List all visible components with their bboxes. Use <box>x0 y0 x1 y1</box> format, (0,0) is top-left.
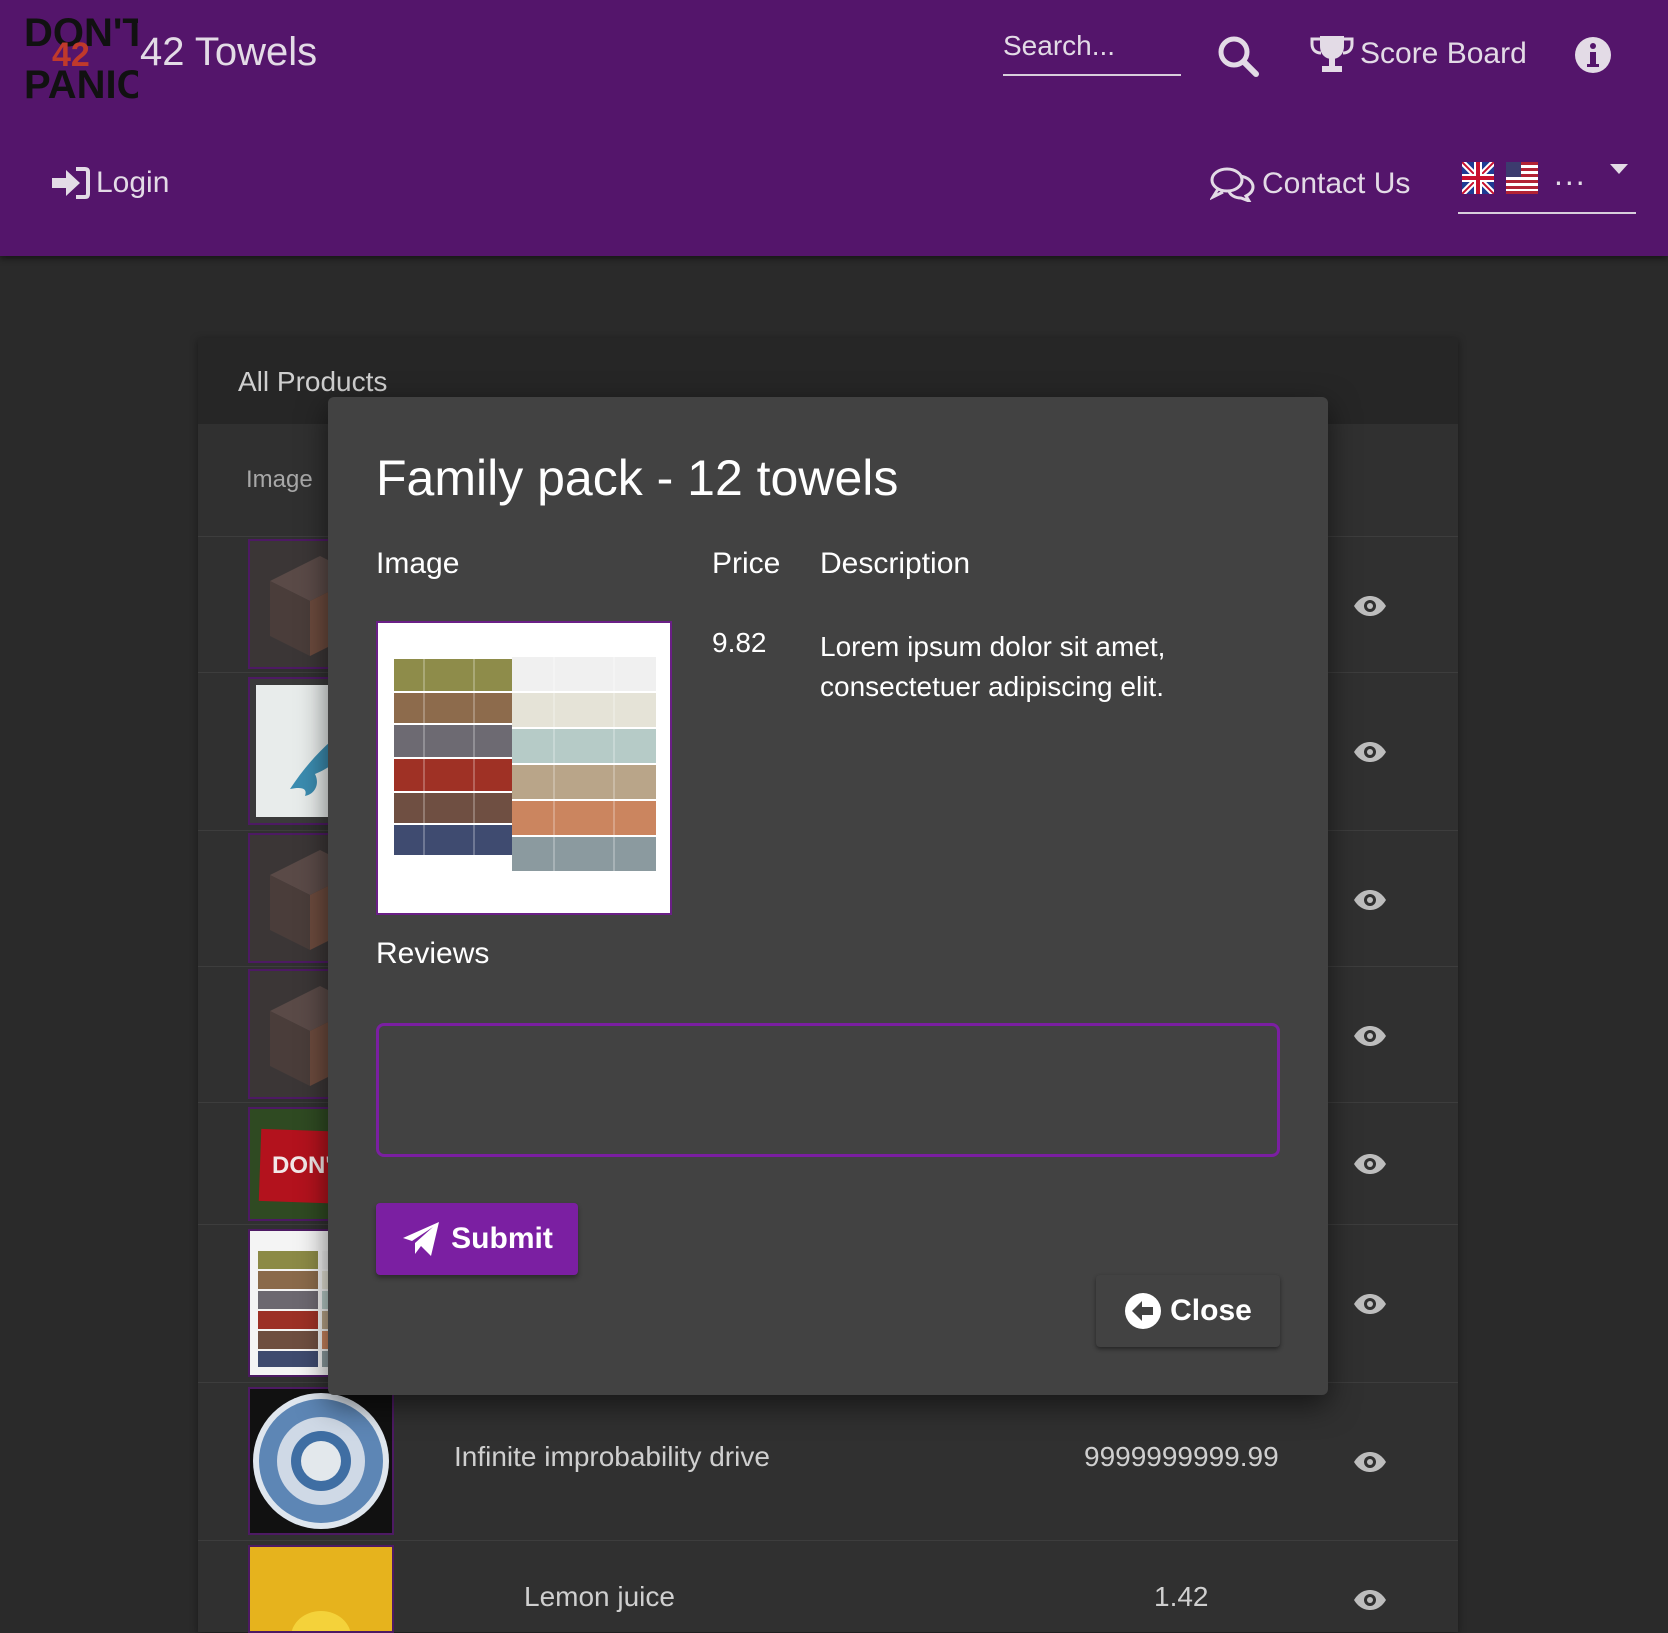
login-label: Login <box>96 166 170 199</box>
review-textarea[interactable] <box>379 1026 1277 1154</box>
eye-icon[interactable] <box>1353 1293 1387 1315</box>
search-input[interactable] <box>1003 30 1181 62</box>
eye-icon[interactable] <box>1353 741 1387 763</box>
svg-text:PANIC: PANIC <box>24 63 138 102</box>
eye-icon[interactable] <box>1353 1451 1387 1473</box>
comments-icon <box>1210 167 1255 202</box>
about-button[interactable] <box>1574 36 1612 74</box>
search-button[interactable] <box>1216 34 1260 78</box>
table-row: Infinite improbability drive 9999999999.… <box>198 1382 1458 1541</box>
search-icon <box>1218 36 1259 77</box>
submit-label: Submit <box>451 1222 553 1255</box>
eye-icon[interactable] <box>1353 595 1387 617</box>
table-row: Lemon juice 1.42 <box>198 1540 1458 1633</box>
product-description: Lorem ipsum dolor sit amet, consectetuer… <box>820 631 1166 702</box>
product-price: 9999999999.99 <box>1084 1441 1279 1472</box>
column-header-image: Image <box>246 466 313 493</box>
product-price: 1.42 <box>1154 1581 1209 1612</box>
language-selector[interactable]: ... <box>1458 156 1636 214</box>
score-board-label: Score Board <box>1360 37 1527 70</box>
contact-us-button[interactable]: Contact Us <box>1210 166 1410 202</box>
score-board-button[interactable]: Score Board <box>1310 34 1527 74</box>
us-flag-icon <box>1506 162 1538 194</box>
chevron-down-icon <box>1610 164 1628 174</box>
close-label: Close <box>1170 1294 1252 1327</box>
language-more: ... <box>1554 156 1587 192</box>
review-input-field[interactable] <box>376 1023 1280 1157</box>
product-thumbnail[interactable] <box>248 1545 394 1633</box>
description-heading: Description <box>820 547 971 580</box>
login-button[interactable]: Login <box>50 166 169 200</box>
contact-us-label: Contact Us <box>1262 167 1411 200</box>
app-logo[interactable]: DON'T 42 PANIC <box>22 6 147 107</box>
product-details-dialog: Family pack - 12 towels Image Price Desc… <box>328 397 1328 1395</box>
sign-in-icon <box>52 167 90 199</box>
image-heading: Image <box>376 547 460 580</box>
price-heading: Price <box>712 547 781 580</box>
product-image <box>376 621 672 915</box>
eye-icon[interactable] <box>1353 1153 1387 1175</box>
arrow-circle-left-icon <box>1125 1293 1162 1329</box>
products-card-title: All Products <box>238 366 388 397</box>
eye-icon[interactable] <box>1353 1025 1387 1047</box>
top-navbar: DON'T 42 PANIC 42 Towels Score Board <box>0 0 1668 256</box>
eye-icon[interactable] <box>1353 889 1387 911</box>
close-dialog-button[interactable]: Close <box>1096 1275 1280 1347</box>
submit-review-button[interactable]: Submit <box>376 1203 578 1275</box>
paper-plane-icon <box>403 1222 440 1256</box>
reviews-heading: Reviews <box>376 937 490 970</box>
eye-icon[interactable] <box>1353 1589 1387 1611</box>
info-icon <box>1575 37 1611 73</box>
product-name: Lemon juice <box>524 1581 675 1612</box>
uk-flag-icon <box>1462 162 1494 194</box>
app-title[interactable]: 42 Towels <box>140 30 317 75</box>
product-name: Infinite improbability drive <box>454 1441 770 1472</box>
dialog-title: Family pack - 12 towels <box>376 450 899 506</box>
product-thumbnail[interactable] <box>248 1387 394 1535</box>
trophy-icon <box>1310 36 1354 72</box>
search-field[interactable] <box>1003 30 1181 76</box>
product-price-value: 9.82 <box>712 627 767 658</box>
